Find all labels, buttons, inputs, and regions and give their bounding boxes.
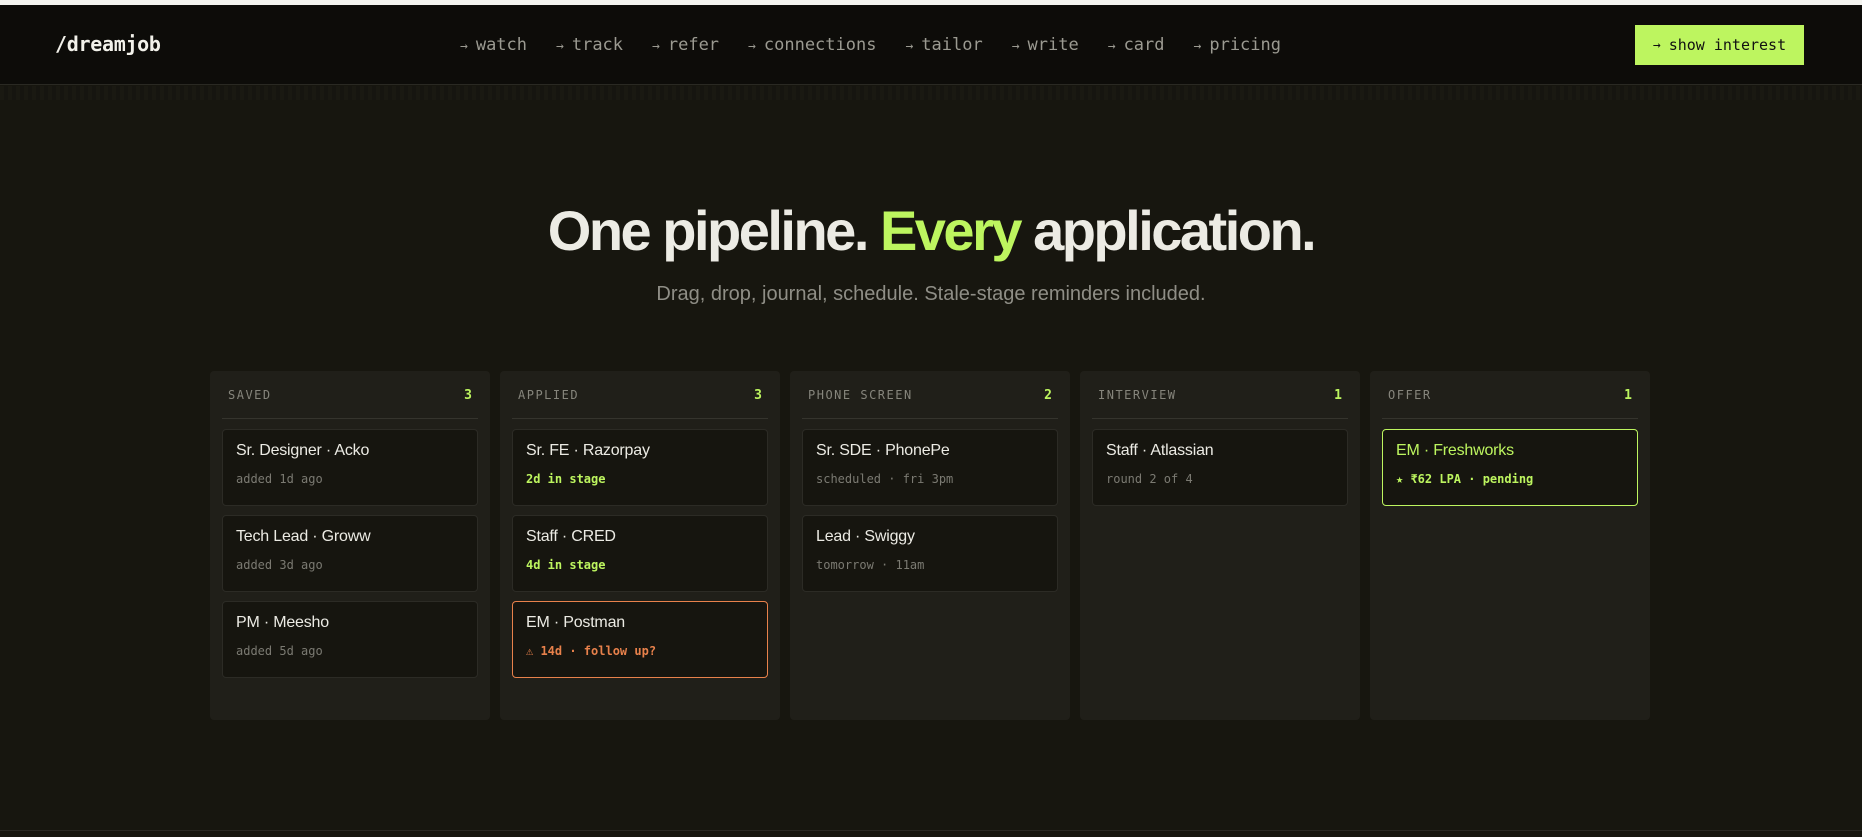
logo[interactable]: /dreamjob bbox=[55, 32, 161, 56]
card-meta: scheduled · fri 3pm bbox=[816, 472, 954, 486]
job-card[interactable]: Staff · CRED 4d in stage bbox=[512, 515, 768, 592]
job-card[interactable]: PM · Meesho added 5d ago bbox=[222, 601, 478, 678]
nav-link-label: refer bbox=[667, 35, 720, 55]
column-count: 3 bbox=[464, 387, 472, 403]
job-card[interactable]: Sr. FE · Razorpay 2d in stage bbox=[512, 429, 768, 506]
nav-link-label: watch bbox=[475, 35, 528, 55]
card-title: Staff · CRED bbox=[526, 528, 616, 545]
card-meta: added 1d ago bbox=[236, 472, 323, 486]
card-title: Staff · Atlassian bbox=[1106, 442, 1214, 459]
arrow-right-icon: → bbox=[1193, 39, 1202, 54]
nav-links: → watch → track → refer → connections → tailo… bbox=[460, 35, 1310, 55]
arrow-right-icon: → bbox=[905, 39, 914, 54]
column-interview: INTERVIEW 1 Staff · Atlassian round 2 of… bbox=[1080, 371, 1360, 720]
card-meta: added 3d ago bbox=[236, 558, 323, 572]
nav-link-write[interactable]: → write bbox=[1012, 35, 1079, 55]
card-title: Sr. SDE · PhonePe bbox=[816, 442, 950, 459]
arrow-right-icon: → bbox=[1652, 37, 1661, 53]
column-count: 2 bbox=[1044, 387, 1052, 403]
card-meta: ★ ₹62 LPA · pending bbox=[1396, 472, 1534, 486]
column-header: OFFER 1 bbox=[1382, 386, 1638, 419]
hero-title: One pipeline. Every application. bbox=[0, 198, 1862, 263]
arrow-right-icon: → bbox=[652, 39, 660, 54]
column-header: PHONE SCREEN 2 bbox=[802, 386, 1058, 419]
column-header: INTERVIEW 1 bbox=[1092, 386, 1348, 419]
card-meta-warning: ⚠ 14d · follow up? bbox=[526, 644, 657, 658]
pipeline-board: SAVED 3 Sr. Designer · Acko added 1d ago… bbox=[210, 371, 1660, 720]
hero-title-part1: One pipeline. bbox=[547, 199, 880, 262]
nav-link-pricing[interactable]: → pricing bbox=[1194, 35, 1281, 55]
job-card-stale[interactable]: EM · Postman ⚠ 14d · follow up? bbox=[512, 601, 768, 678]
nav-link-refer[interactable]: → refer bbox=[652, 35, 719, 55]
card-meta: 2d in stage bbox=[526, 472, 606, 486]
nav-link-label: pricing bbox=[1209, 35, 1281, 55]
card-title: PM · Meesho bbox=[236, 614, 329, 631]
arrow-right-icon: → bbox=[460, 39, 468, 54]
column-offer: OFFER 1 EM · Freshworks ★ ₹62 LPA · pend… bbox=[1370, 371, 1650, 720]
card-meta: added 5d ago bbox=[236, 644, 323, 658]
card-title: EM · Freshworks bbox=[1396, 442, 1514, 459]
column-saved: SAVED 3 Sr. Designer · Acko added 1d ago… bbox=[210, 371, 490, 720]
card-meta: 4d in stage bbox=[526, 558, 606, 572]
nav-link-label: tailor bbox=[921, 35, 983, 55]
nav-link-label: card bbox=[1123, 35, 1165, 55]
column-count: 1 bbox=[1624, 387, 1632, 403]
job-card[interactable]: Tech Lead · Groww added 3d ago bbox=[222, 515, 478, 592]
nav-link-connections[interactable]: → connections bbox=[748, 35, 876, 55]
arrow-right-icon: → bbox=[1107, 39, 1116, 54]
column-phone-screen: PHONE SCREEN 2 Sr. SDE · PhonePe schedul… bbox=[790, 371, 1070, 720]
column-header: APPLIED 3 bbox=[512, 386, 768, 419]
arrow-right-icon: → bbox=[556, 39, 564, 54]
card-meta: round 2 of 4 bbox=[1106, 472, 1193, 486]
nav-link-label: track bbox=[571, 35, 624, 55]
column-title: INTERVIEW bbox=[1098, 388, 1177, 402]
job-card[interactable]: Lead · Swiggy tomorrow · 11am bbox=[802, 515, 1058, 592]
footer-divider bbox=[0, 830, 1862, 831]
card-title: Lead · Swiggy bbox=[816, 528, 915, 545]
card-title: Sr. FE · Razorpay bbox=[526, 442, 650, 459]
column-title: PHONE SCREEN bbox=[808, 388, 913, 402]
job-card[interactable]: Sr. Designer · Acko added 1d ago bbox=[222, 429, 478, 506]
column-title: APPLIED bbox=[518, 388, 580, 402]
nav-link-card[interactable]: → card bbox=[1108, 35, 1165, 55]
hero-subtitle: Drag, drop, journal, schedule. Stale-sta… bbox=[656, 283, 1206, 305]
card-title: Tech Lead · Groww bbox=[236, 528, 371, 545]
card-meta: tomorrow · 11am bbox=[816, 558, 925, 572]
show-interest-button[interactable]: → show interest bbox=[1635, 25, 1804, 65]
nav-link-tailor[interactable]: → tailor bbox=[905, 35, 982, 55]
show-interest-label: show interest bbox=[1668, 36, 1787, 54]
arrow-right-icon: → bbox=[748, 39, 756, 54]
navbar: /dreamjob → watch → track → refer → connecti… bbox=[0, 5, 1862, 100]
column-title: OFFER bbox=[1388, 388, 1432, 402]
column-title: SAVED bbox=[228, 388, 272, 402]
arrow-right-icon: → bbox=[1011, 39, 1020, 54]
hero-title-accent: Every bbox=[879, 199, 1023, 262]
column-header: SAVED 3 bbox=[222, 386, 478, 419]
nav-link-watch[interactable]: → watch bbox=[460, 35, 527, 55]
job-card[interactable]: Staff · Atlassian round 2 of 4 bbox=[1092, 429, 1348, 506]
card-title: Sr. Designer · Acko bbox=[236, 442, 370, 459]
job-card-offer[interactable]: EM · Freshworks ★ ₹62 LPA · pending bbox=[1382, 429, 1638, 506]
column-applied: APPLIED 3 Sr. FE · Razorpay 2d in stage … bbox=[500, 371, 780, 720]
card-title: EM · Postman bbox=[526, 614, 625, 631]
nav-link-track[interactable]: → track bbox=[556, 35, 623, 55]
job-card[interactable]: Sr. SDE · PhonePe scheduled · fri 3pm bbox=[802, 429, 1058, 506]
hero-title-part2: application. bbox=[1020, 199, 1317, 262]
column-count: 3 bbox=[754, 387, 762, 403]
nav-link-label: connections bbox=[763, 35, 877, 55]
column-count: 1 bbox=[1334, 387, 1342, 403]
nav-link-label: write bbox=[1027, 35, 1079, 55]
